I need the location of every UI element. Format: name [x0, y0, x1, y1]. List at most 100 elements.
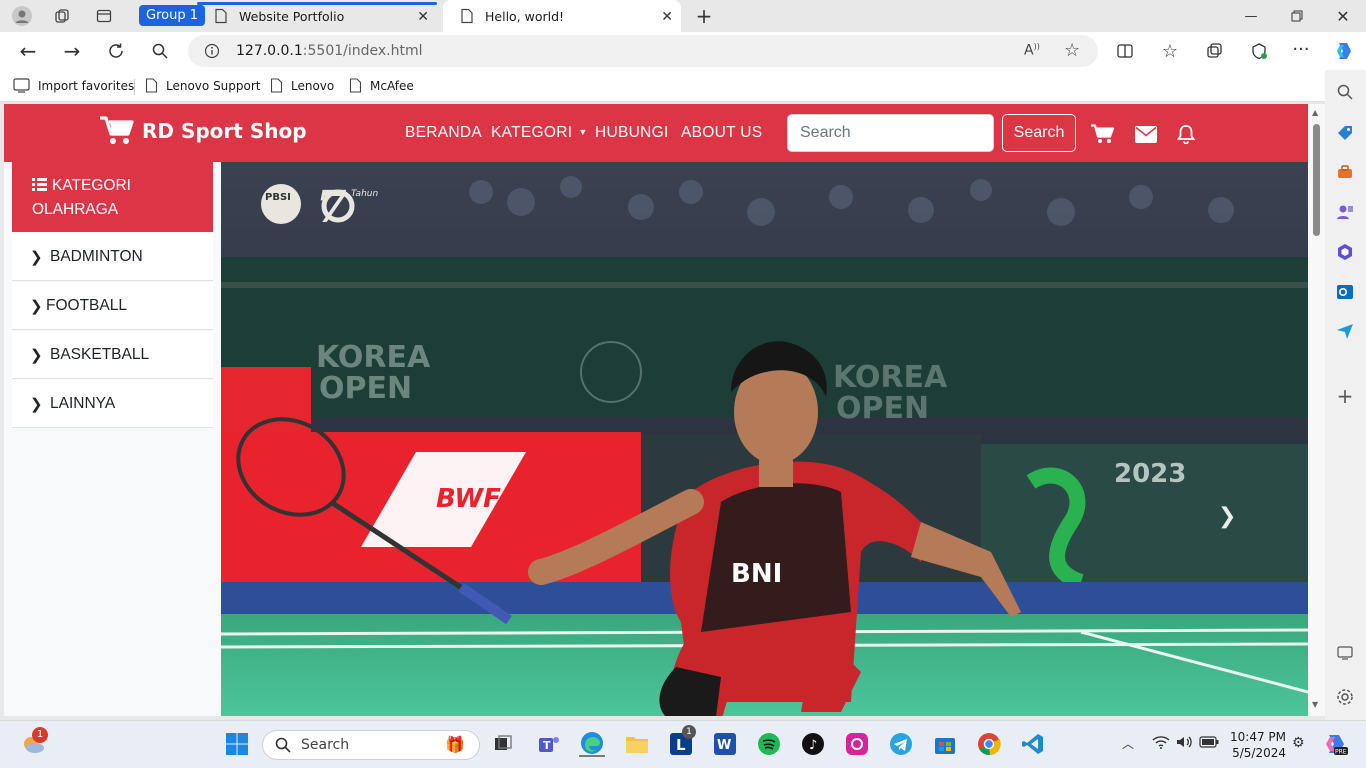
favorites-icon[interactable]: ☆: [1159, 40, 1181, 62]
favorite-mcafee[interactable]: McAfee: [349, 78, 414, 93]
category-sidebar-header: KATEGORI OLAHRAGA: [12, 162, 213, 232]
battery-icon[interactable]: [1199, 736, 1219, 752]
teams-icon[interactable]: T: [536, 731, 562, 757]
favorite-star-icon[interactable]: ☆: [1064, 40, 1080, 61]
hero-korea-line2: OPEN: [319, 371, 412, 406]
wifi-icon[interactable]: [1152, 734, 1170, 754]
tools-icon[interactable]: [1335, 162, 1355, 182]
forward-icon[interactable]: →: [61, 39, 83, 63]
tab-group-label[interactable]: Group 1: [139, 5, 205, 26]
category-item-badminton[interactable]: ❯ BADMINTON: [12, 233, 213, 281]
instagram-icon[interactable]: [844, 731, 870, 757]
split-screen-icon[interactable]: [1114, 40, 1136, 62]
read-aloud-icon[interactable]: A)): [1024, 42, 1040, 59]
bell-icon[interactable]: [1174, 123, 1198, 145]
nav-kategori[interactable]: KATEGORI ▼: [491, 124, 588, 142]
category-item-lainnya[interactable]: ❯ LAINNYA: [12, 380, 213, 428]
send-icon[interactable]: [1335, 321, 1355, 341]
volume-icon[interactable]: [1175, 734, 1193, 754]
nav-hubungi[interactable]: HUBUNGI: [595, 124, 669, 142]
microsoft-365-icon[interactable]: [1335, 242, 1355, 262]
tiktok-icon[interactable]: ♪: [800, 731, 826, 757]
notification-center-icon[interactable]: ⚙: [1292, 735, 1305, 751]
scroll-down-icon[interactable]: ▼: [1312, 700, 1318, 709]
back-icon[interactable]: ←: [17, 39, 39, 63]
scrollbar-thumb[interactable]: [1313, 124, 1320, 236]
show-hidden-icons-icon[interactable]: ︿: [1122, 735, 1134, 752]
site-search-input[interactable]: [787, 114, 994, 152]
tab-hello-world[interactable]: Hello, world! ✕: [443, 0, 681, 32]
spotify-icon[interactable]: [756, 731, 782, 757]
sidebar-settings-icon[interactable]: [1335, 687, 1355, 707]
url-bar[interactable]: 127.0.0.1:5501/index.html A)) ☆: [188, 35, 1098, 67]
category-label: LAINNYA: [50, 394, 116, 412]
file-explorer-icon[interactable]: [624, 731, 650, 757]
chrome-icon[interactable]: [976, 731, 1002, 757]
site-brand[interactable]: RD Sport Shop: [100, 116, 307, 146]
url-host: 127.0.0.1: [236, 43, 303, 59]
games-icon[interactable]: [1335, 202, 1355, 222]
edge-sidebar: +: [1325, 70, 1366, 720]
nav-about-us[interactable]: ABOUT US: [681, 124, 762, 142]
close-window-icon[interactable]: ✕: [1331, 6, 1355, 26]
notification-badge: 1: [32, 727, 48, 743]
tab-title: Website Portfolio: [239, 8, 345, 24]
nav-kategori-label: KATEGORI: [491, 124, 573, 141]
scroll-up-icon[interactable]: ▲: [1312, 108, 1318, 117]
envelope-icon[interactable]: [1134, 123, 1158, 145]
carousel-next-icon[interactable]: ❯: [1218, 504, 1236, 529]
favorites-bar: Import favorites Lenovo Support Lenovo M…: [0, 70, 1325, 102]
category-label: BASKETBALL: [50, 345, 150, 363]
chevron-right-icon: ❯: [30, 346, 43, 364]
sidebar-search-icon[interactable]: [1335, 82, 1355, 102]
taskbar-search-box[interactable]: Search 🎁: [262, 730, 480, 760]
copilot-icon[interactable]: [1333, 40, 1355, 62]
tab-actions-icon[interactable]: [94, 6, 114, 26]
chevron-right-icon: ❯: [30, 297, 43, 315]
minimize-icon[interactable]: —: [1239, 6, 1263, 26]
copilot-preview-icon[interactable]: PRE: [1322, 731, 1348, 761]
settings-more-icon[interactable]: ···: [1290, 38, 1312, 60]
search-icon[interactable]: [149, 40, 171, 62]
weather-widget-icon[interactable]: 1: [20, 727, 48, 756]
close-tab-icon[interactable]: ✕: [661, 9, 673, 25]
refresh-icon[interactable]: [105, 40, 127, 62]
category-item-football[interactable]: ❯ FOOTBALL: [12, 282, 213, 330]
favorite-import[interactable]: Import favorites: [13, 78, 134, 93]
hero-korea-line1: KOREA: [316, 340, 431, 375]
app-l-icon[interactable]: L1: [668, 725, 696, 757]
shopping-tag-icon[interactable]: [1335, 123, 1355, 143]
new-tab-icon[interactable]: +: [692, 4, 716, 28]
favorite-lenovo[interactable]: Lenovo: [270, 78, 334, 93]
category-item-basketball[interactable]: ❯ BASKETBALL: [12, 331, 213, 379]
task-view-icon[interactable]: [490, 731, 516, 757]
collections-icon[interactable]: [1203, 40, 1225, 62]
browser-essentials-icon[interactable]: [1248, 40, 1270, 62]
nav-beranda[interactable]: BERANDA: [405, 124, 482, 142]
address-bar-row: ← → 127.0.0.1:5501/index.html A)) ☆ ☆ ··…: [0, 32, 1366, 70]
add-sidebar-app-icon[interactable]: +: [1335, 384, 1355, 408]
favorite-lenovo-support[interactable]: Lenovo Support: [145, 78, 261, 93]
hero-korea-line1-2: KOREA: [833, 360, 948, 395]
favorite-label: Lenovo Support: [166, 78, 261, 93]
dropdown-caret-icon: ▼: [578, 127, 588, 137]
site-search-button[interactable]: Search: [1002, 114, 1076, 152]
tab-website-portfolio[interactable]: Website Portfolio ✕: [197, 0, 437, 32]
page-scrollbar[interactable]: ▲ ▼: [1308, 104, 1325, 716]
workspaces-icon[interactable]: [52, 6, 72, 26]
system-clock[interactable]: 10:47 PM 5/5/2024: [1226, 729, 1286, 761]
microsoft-store-icon[interactable]: [932, 731, 958, 757]
outlook-icon[interactable]: [1335, 282, 1355, 302]
site-info-icon[interactable]: [204, 43, 220, 63]
hero-pbsi-text: PBSI: [265, 192, 291, 203]
telegram-icon[interactable]: [888, 731, 914, 757]
edge-taskbar-icon[interactable]: [579, 731, 605, 757]
start-icon[interactable]: [224, 731, 250, 757]
vscode-icon[interactable]: [1020, 731, 1046, 757]
word-icon[interactable]: W: [712, 731, 738, 757]
profile-icon[interactable]: [12, 6, 32, 26]
cart-icon[interactable]: [1091, 123, 1115, 145]
screenshot-icon[interactable]: [1335, 643, 1355, 663]
restore-icon[interactable]: [1285, 6, 1309, 26]
close-tab-icon[interactable]: ✕: [417, 9, 429, 25]
